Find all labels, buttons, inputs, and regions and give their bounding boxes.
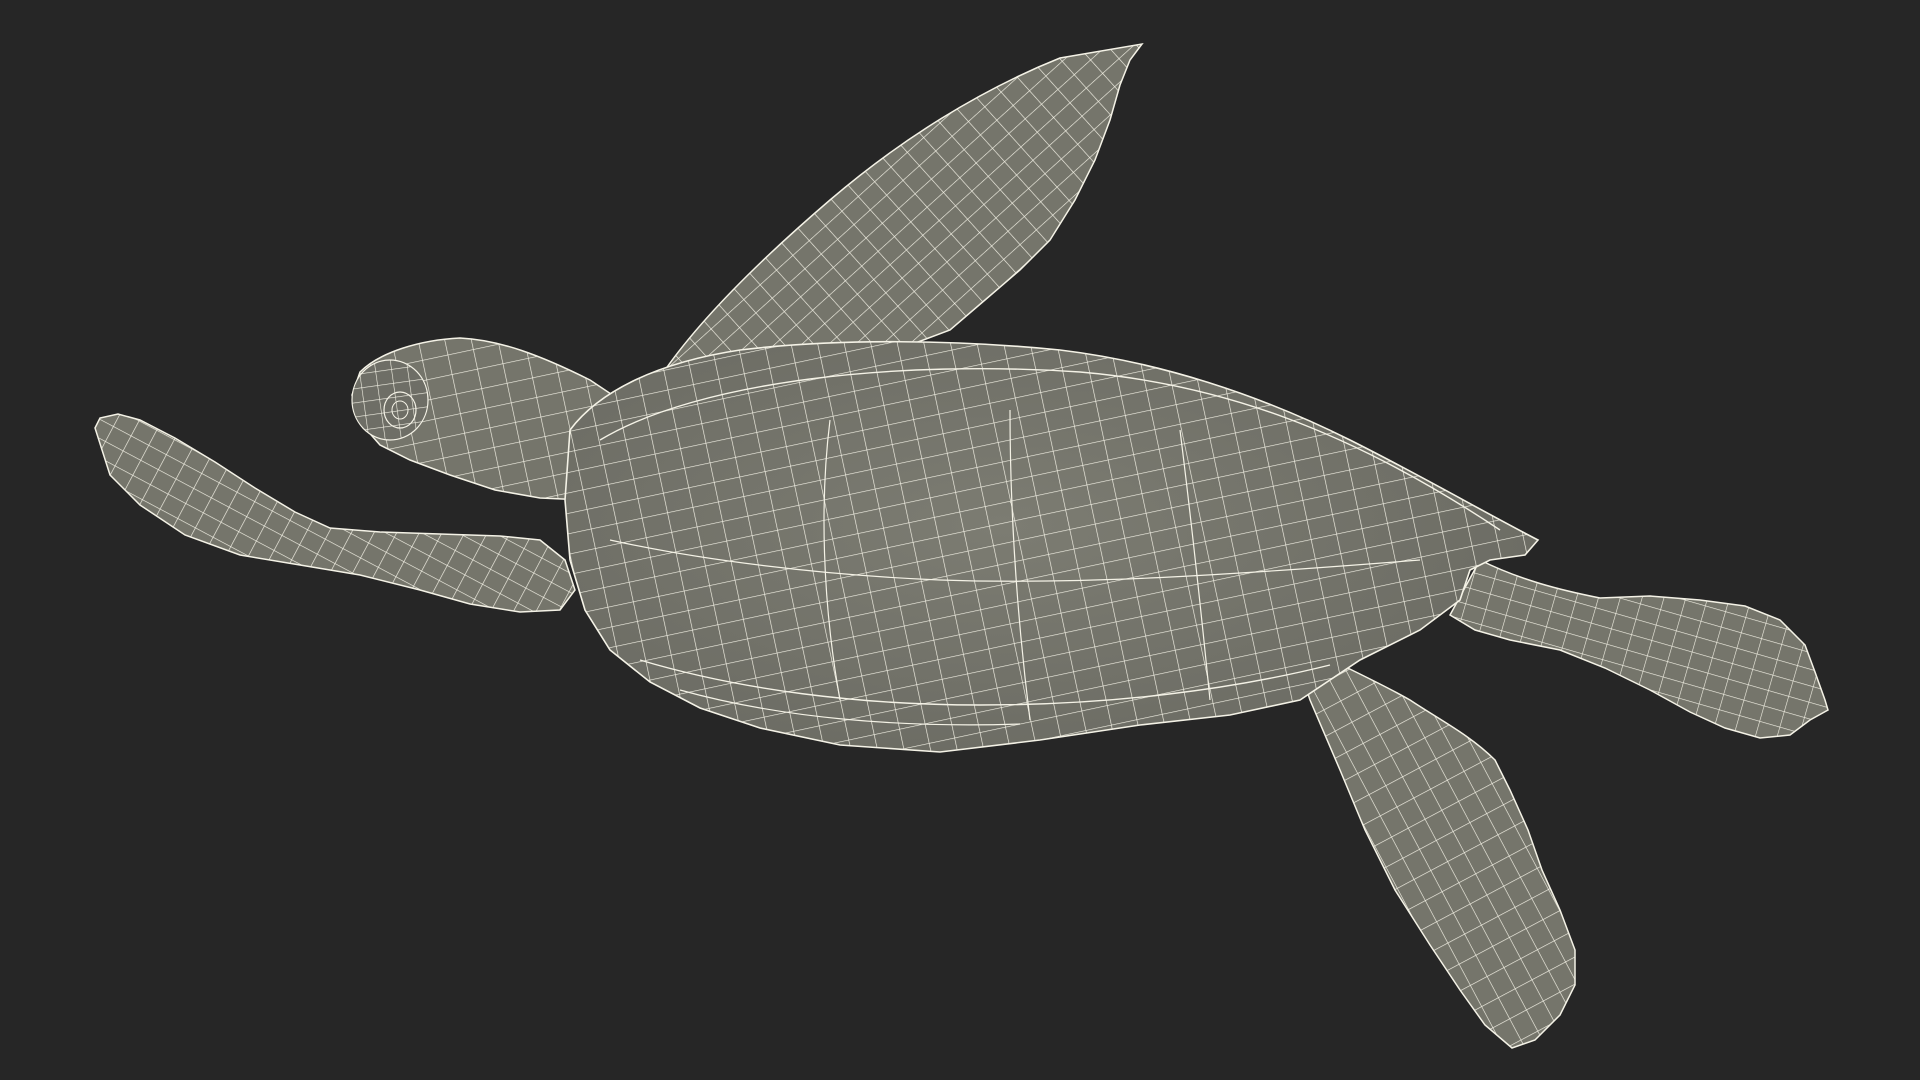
front-right-flipper xyxy=(663,42,1144,386)
rear-right-flipper xyxy=(1288,638,1576,1049)
rear-left-flipper xyxy=(1448,559,1829,739)
turtle-wireframe-render xyxy=(94,42,1829,1049)
viewport xyxy=(0,0,1920,1080)
